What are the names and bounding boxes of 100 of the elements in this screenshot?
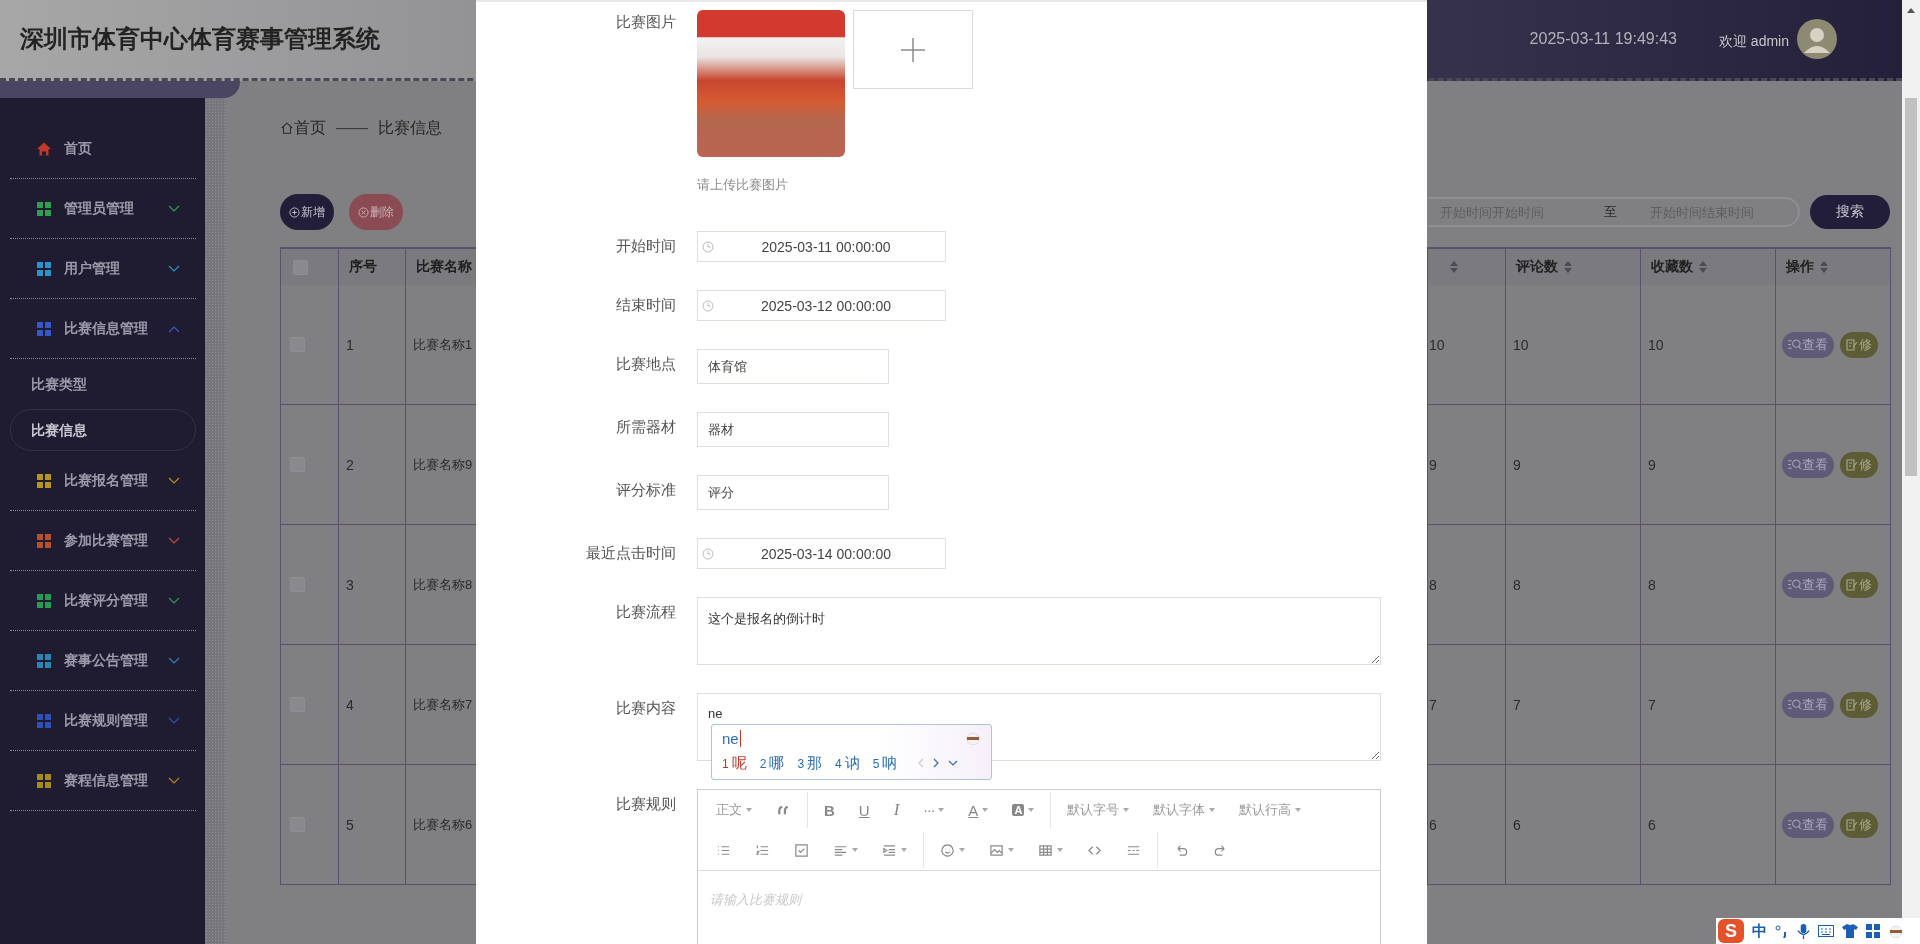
edit-button[interactable]: 修 (1840, 331, 1878, 358)
home-icon (280, 121, 294, 135)
toolbar-button[interactable]: ··· (911, 790, 957, 830)
toolbar-button[interactable]: A (956, 790, 1001, 830)
toolbar-dropdown[interactable]: 默认字号 (1055, 790, 1142, 830)
welcome-text: 欢迎 admin (1718, 33, 1789, 51)
chevron-down-icon[interactable] (948, 760, 959, 766)
x-circle-icon (358, 206, 369, 218)
table-cell: 6 (1429, 816, 1437, 833)
table-cell: 9 (1648, 456, 1656, 473)
arrow-up-icon[interactable] (1907, 8, 1915, 13)
ime-logo[interactable]: S (1718, 919, 1744, 943)
search-icon (1788, 699, 1801, 710)
scrollbar[interactable] (1902, 0, 1920, 918)
grid-icon[interactable] (1866, 924, 1880, 938)
menu-label[interactable]: 首页 (63, 139, 92, 158)
menu-label[interactable]: 用户管理 (63, 259, 120, 278)
clock-icon (702, 240, 714, 253)
form-label: 结束时间 (615, 295, 676, 315)
avatar-icon[interactable] (1797, 19, 1837, 59)
date-field[interactable]: 2025-03-12 00:00:00 (697, 290, 946, 321)
menu-label[interactable]: 比赛评分管理 (63, 591, 148, 610)
text-field[interactable]: 体育馆 (697, 349, 889, 384)
menu-label[interactable]: 比赛信息管理 (63, 319, 148, 338)
punctuation-icon[interactable] (1775, 924, 1789, 938)
text-field[interactable]: 器材 (697, 412, 889, 447)
date-field[interactable]: 2025-03-14 00:00:00 (697, 538, 946, 569)
sort-icon[interactable] (1820, 261, 1828, 273)
menu-label[interactable]: 比赛规则管理 (63, 711, 148, 730)
chevron-up-icon[interactable] (167, 324, 180, 333)
menu-label[interactable]: 管理员管理 (63, 199, 134, 218)
submenu-item[interactable]: 比赛类型 (9, 363, 196, 405)
chevron-down-icon[interactable] (167, 776, 180, 785)
edit-button[interactable]: 修 (1840, 811, 1878, 838)
clock-icon (702, 299, 714, 312)
form-label: 比赛流程 (615, 602, 676, 622)
chevron-down-icon[interactable] (167, 204, 180, 213)
table-cell: 7 (1429, 696, 1437, 713)
date-field[interactable]: 2025-03-11 00:00:00 (697, 231, 946, 262)
table-cell: 8 (1429, 576, 1437, 593)
edit-button[interactable]: 修 (1840, 691, 1878, 718)
chevron-down-icon[interactable] (167, 656, 180, 665)
column-header: 序号 (349, 258, 377, 276)
form-label: 最近点击时间 (585, 543, 676, 563)
scroll-thumb[interactable] (1905, 98, 1917, 476)
ime-mode-toggle[interactable]: 中 (1752, 921, 1767, 941)
chevron-down-icon[interactable] (167, 536, 180, 545)
toolbar-button[interactable]: A (1000, 790, 1047, 830)
chevron-right-icon[interactable] (933, 758, 940, 768)
table-cell: 2 (346, 456, 354, 473)
form-label: 所需器材 (615, 417, 676, 437)
edit-button[interactable]: 修 (1840, 571, 1878, 598)
chevron-down-icon[interactable] (167, 264, 180, 273)
chevron-down-icon[interactable] (167, 476, 180, 485)
plus-icon (901, 37, 925, 62)
column-header: 操作 (1786, 258, 1814, 276)
chevron-left-icon[interactable] (918, 758, 925, 768)
toolbar-button[interactable]: U (846, 790, 882, 830)
sort-icon[interactable] (1699, 261, 1707, 273)
edit-button[interactable]: 修 (1840, 451, 1878, 478)
menu-label[interactable]: 比赛报名管理 (63, 471, 148, 490)
toolbar-dropdown[interactable]: 默认行高 (1227, 790, 1314, 830)
text-field[interactable]: 评分 (697, 475, 889, 510)
menu-label[interactable]: 赛事公告管理 (63, 651, 148, 670)
table-cell: 10 (1429, 336, 1445, 353)
table-cell: 8 (1648, 576, 1656, 593)
form-label: 比赛内容 (615, 698, 676, 718)
keyboard-icon[interactable] (1818, 925, 1834, 937)
textarea-field[interactable]: 这个是报名的倒计时 (697, 597, 1381, 665)
table-cell: 3 (346, 576, 354, 593)
breadcrumb-link[interactable]: 首页 (294, 117, 326, 139)
chevron-down-icon[interactable] (167, 596, 180, 605)
smiley-icon (940, 842, 955, 858)
table-cell: 比赛名称8 (413, 575, 473, 594)
menu-label[interactable]: 参加比赛管理 (63, 531, 148, 550)
table-cell: 9 (1513, 456, 1521, 473)
form-label: 比赛规则 (615, 794, 676, 814)
image-icon (989, 842, 1004, 858)
menu-label[interactable]: 赛程信息管理 (63, 771, 148, 790)
delete-button[interactable]: 删除 (349, 194, 403, 230)
microphone-icon[interactable] (1797, 923, 1810, 939)
toolbar-button[interactable]: I (881, 790, 912, 830)
breadcrumb-current: 比赛信息 (378, 117, 442, 138)
clock-icon (702, 547, 714, 560)
toolbar-dropdown[interactable]: 正文 (704, 790, 764, 830)
column-header: 评论数 (1516, 258, 1558, 276)
caret-icon (746, 808, 752, 812)
edit-icon (1846, 698, 1858, 711)
sort-icon[interactable] (1450, 261, 1458, 273)
column-header: 比赛名称 (416, 258, 472, 276)
table-cell: 1 (346, 336, 354, 353)
table-cell: 7 (1513, 696, 1521, 713)
upload-button[interactable] (853, 10, 973, 89)
toolbar-dropdown[interactable]: 默认字体 (1141, 790, 1228, 830)
shirt-icon[interactable] (1842, 924, 1858, 938)
table-cell: 比赛名称1 (413, 335, 473, 354)
toolbar-button[interactable]: B (812, 790, 847, 830)
add-button[interactable]: 新增 (280, 194, 334, 230)
search-button[interactable]: 搜索 (1810, 195, 1890, 229)
sort-icon[interactable] (1564, 261, 1572, 273)
